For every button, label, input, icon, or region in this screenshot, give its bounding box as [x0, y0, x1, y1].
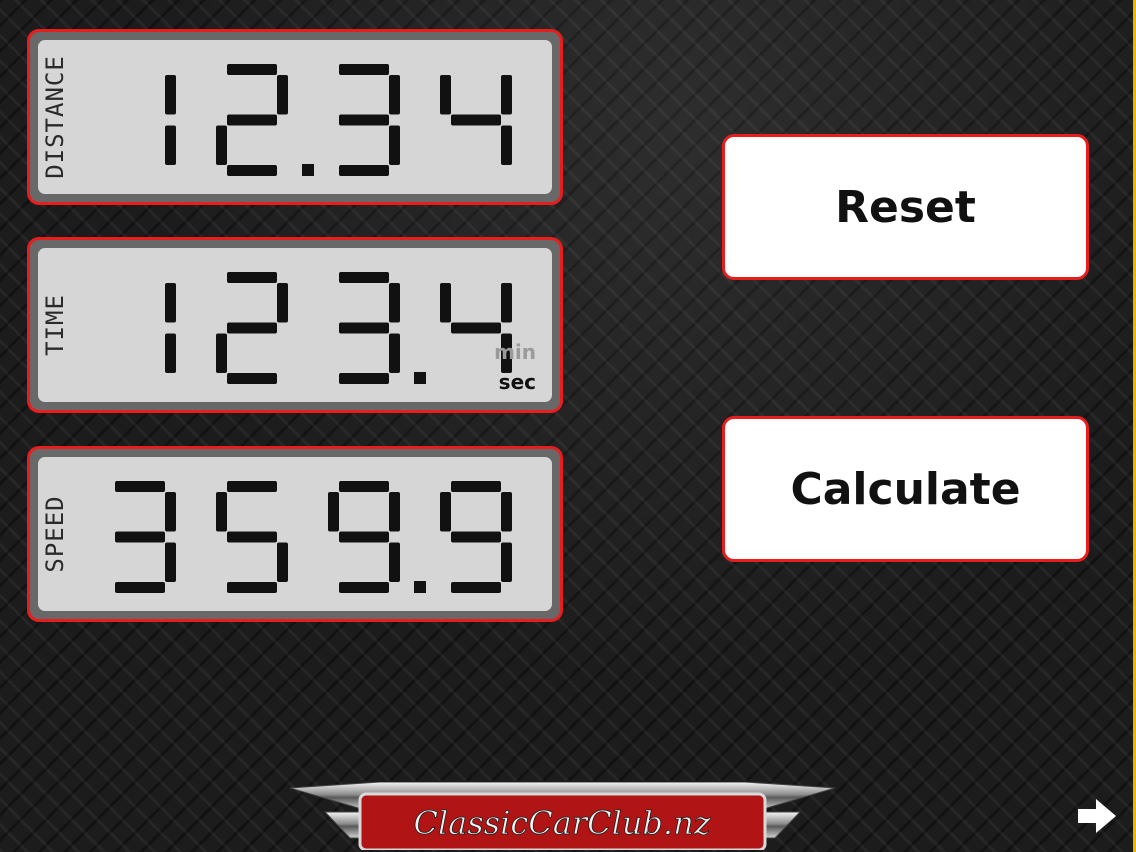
lcd-digit	[165, 75, 176, 165]
speed-display: SPEED	[27, 446, 563, 622]
lcd-decimal-point	[302, 164, 314, 176]
time-value	[165, 272, 512, 384]
lcd-digit	[339, 64, 400, 176]
lcd-digit	[165, 283, 176, 373]
classic-car-club-logo: ClassicCarClub.nz	[290, 782, 835, 850]
unit-minutes[interactable]: min	[494, 340, 536, 364]
logo-text: ClassicCarClub.nz	[413, 804, 711, 842]
right-arrow-icon[interactable]	[1076, 796, 1118, 836]
unit-seconds[interactable]: sec	[499, 370, 536, 394]
lcd-digit	[216, 272, 288, 384]
distance-value	[165, 64, 512, 176]
time-display[interactable]: TIME min sec	[27, 237, 563, 413]
lcd-digit	[440, 481, 512, 593]
speed-label: SPEED	[41, 495, 69, 573]
speed-lcd: SPEED	[38, 457, 552, 611]
lcd-digit	[440, 75, 512, 165]
lcd-digit	[216, 481, 288, 593]
distance-display[interactable]: DISTANCE	[27, 29, 563, 205]
lcd-decimal-point	[414, 581, 426, 593]
lcd-digit	[115, 481, 176, 593]
time-label: TIME	[41, 294, 69, 356]
distance-lcd: DISTANCE	[38, 40, 552, 194]
distance-label: DISTANCE	[41, 55, 69, 179]
lcd-decimal-point	[414, 372, 426, 384]
lcd-digit	[328, 481, 400, 593]
speed-value	[115, 481, 512, 593]
lcd-digit	[339, 272, 400, 384]
lcd-digit	[216, 64, 288, 176]
calculate-button[interactable]: Calculate	[722, 416, 1089, 562]
time-lcd: TIME min sec	[38, 248, 552, 402]
reset-button[interactable]: Reset	[722, 134, 1089, 280]
